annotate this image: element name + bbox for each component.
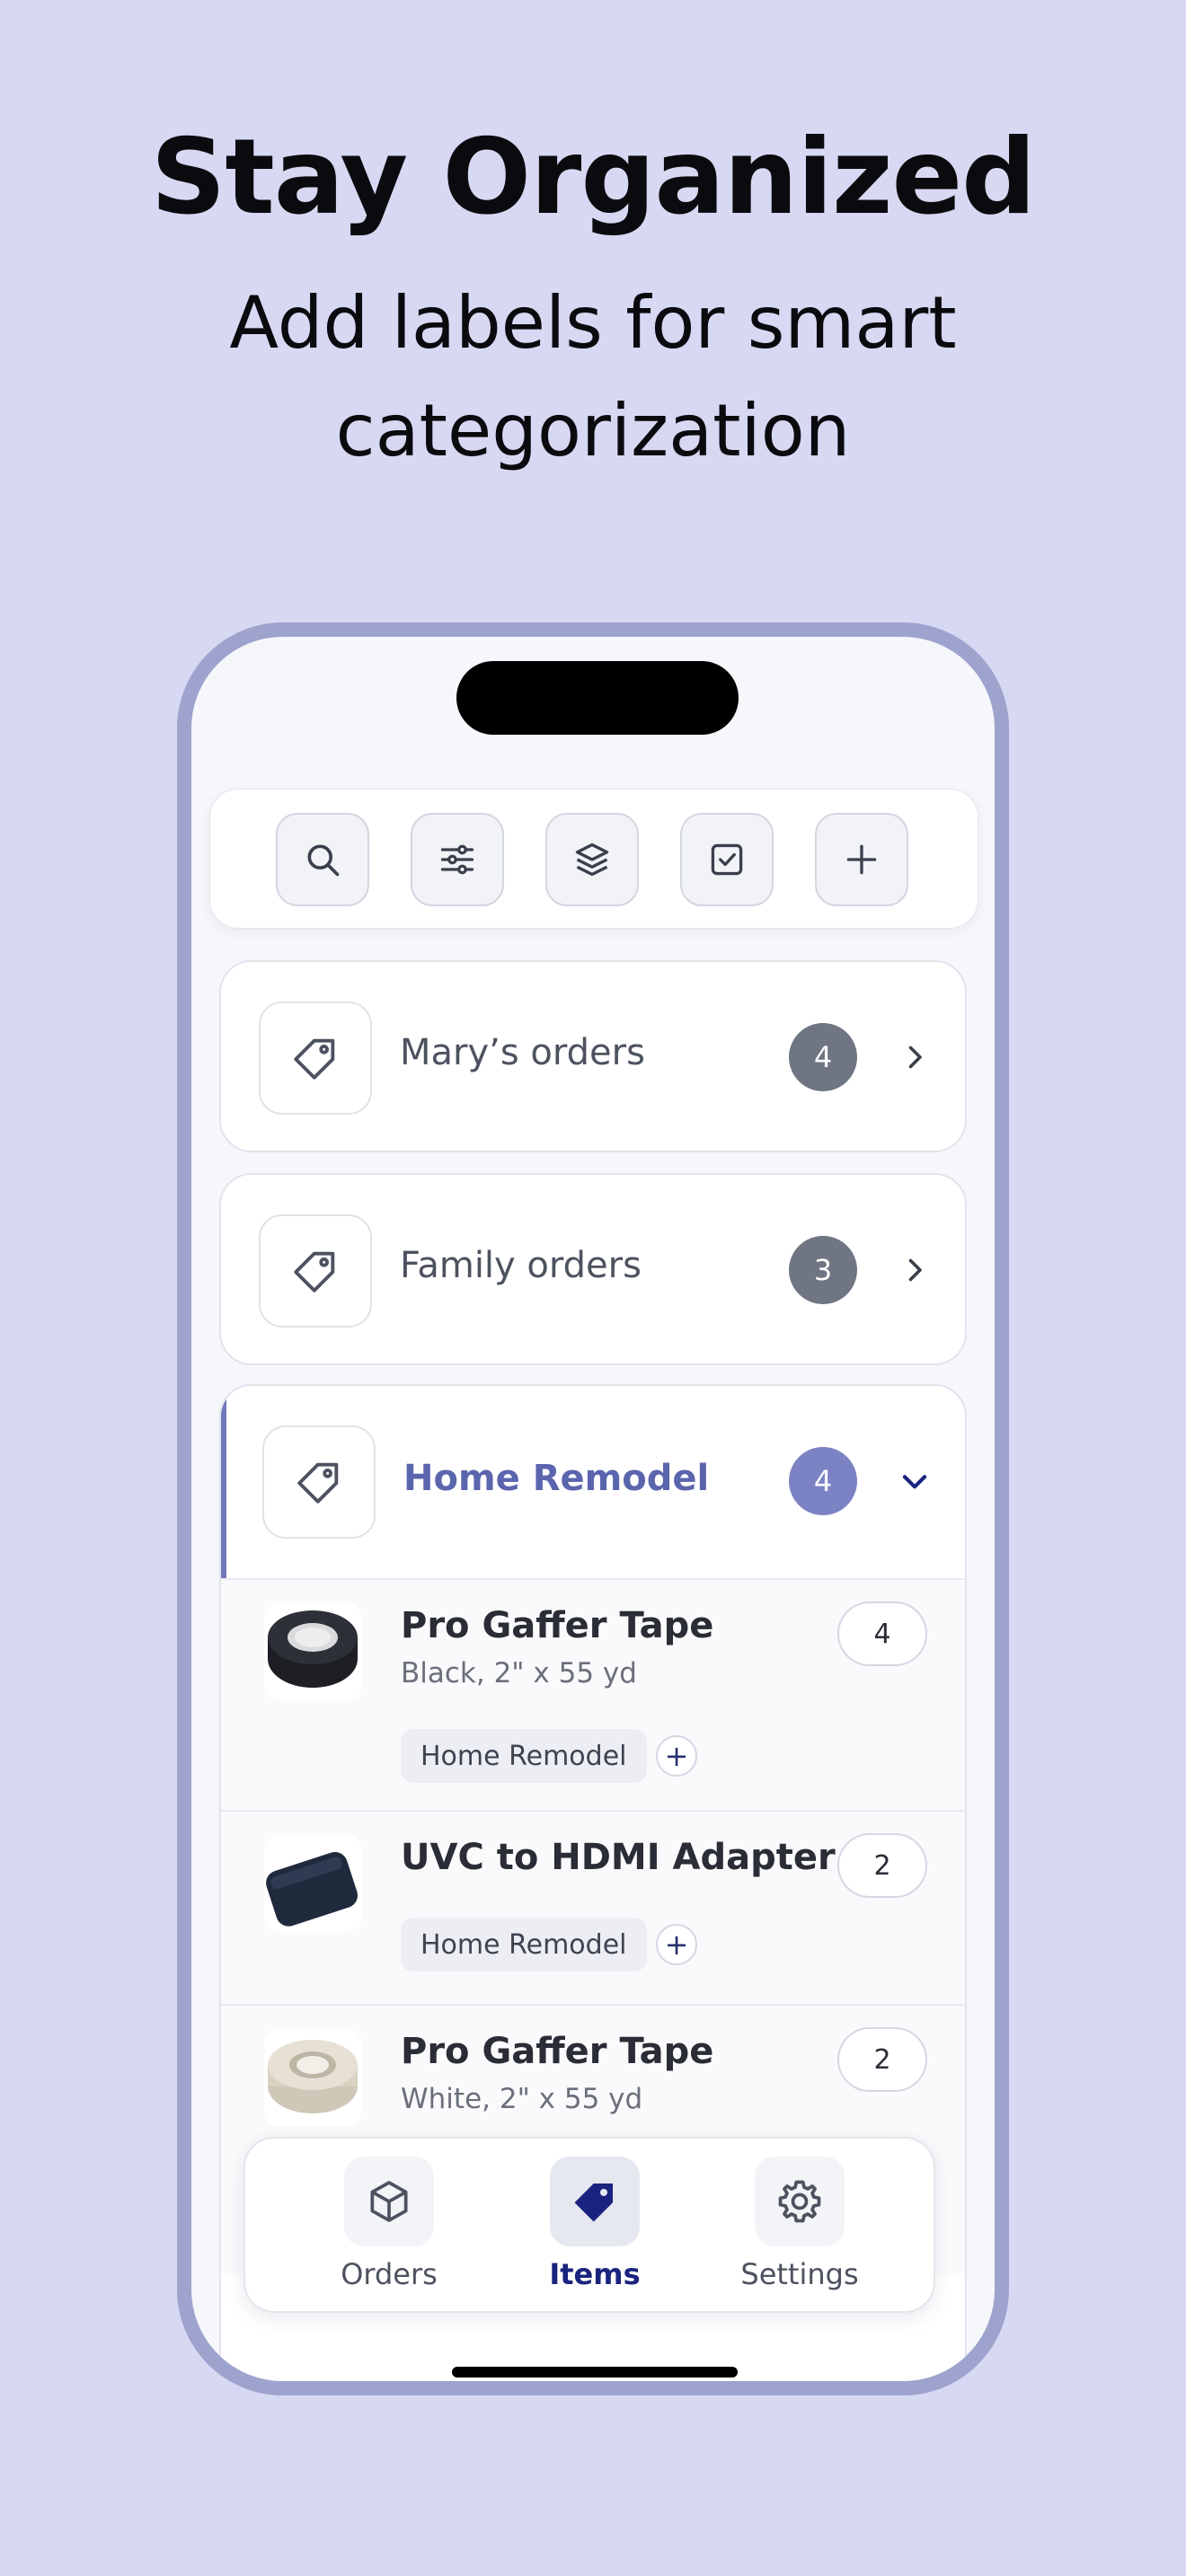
chevron-right-icon	[895, 1250, 934, 1290]
tab-icon-box	[550, 2157, 640, 2246]
tag-icon-box	[259, 1214, 372, 1328]
group-accent-bar	[221, 1386, 226, 1578]
tag-chip[interactable]: Home Remodel	[401, 1918, 647, 1972]
checkbox-icon	[711, 843, 743, 876]
item-row[interactable]: UVC to HDMI Adapter 2 Home Remodel +	[221, 1810, 965, 2004]
count-badge: 4	[789, 1023, 857, 1091]
item-title: Pro Gaffer Tape	[401, 1605, 714, 1646]
count-badge: 3	[789, 1236, 857, 1304]
quantity-badge[interactable]: 2	[837, 1833, 927, 1898]
tag-chip[interactable]: Home Remodel	[401, 1729, 647, 1783]
tag-icon	[297, 1462, 339, 1504]
plus-icon	[846, 844, 877, 875]
tab-label: Settings	[740, 2257, 859, 2291]
tab-label: Items	[549, 2257, 641, 2291]
sliders-icon	[440, 844, 474, 875]
item-title: UVC to HDMI Adapter	[401, 1837, 836, 1878]
item-title: Pro Gaffer Tape	[401, 2031, 714, 2072]
item-subtitle: Black, 2" x 55 yd	[401, 1657, 637, 1689]
subheadline: Add labels for smart categorization	[229, 281, 957, 472]
home-indicator	[452, 2367, 738, 2378]
tab-settings[interactable]: Settings	[710, 2157, 890, 2300]
tab-bar: Orders Items Settings	[243, 2137, 935, 2313]
add-button[interactable]	[815, 813, 908, 906]
label-card-marys-orders[interactable]: Mary’s orders 4	[219, 960, 967, 1152]
tab-orders[interactable]: Orders	[299, 2157, 479, 2300]
tag-icon	[294, 1251, 335, 1292]
dynamic-island	[456, 661, 739, 735]
tab-icon-box	[344, 2157, 434, 2246]
phone-frame: Mary’s orders 4 Family orders 3 Home Rem…	[177, 622, 1009, 2395]
item-image	[264, 2029, 361, 2126]
label-card-family-orders[interactable]: Family orders 3	[219, 1173, 967, 1365]
box-icon	[370, 2181, 408, 2222]
label-name[interactable]: Home Remodel	[403, 1458, 709, 1499]
count-badge: 4	[789, 1447, 857, 1515]
add-tag-button[interactable]: +	[656, 1735, 697, 1777]
item-image	[264, 1835, 361, 1932]
label-name: Mary’s orders	[400, 1032, 645, 1073]
search-button[interactable]	[276, 813, 369, 906]
headline: Stay Organized	[150, 117, 1036, 238]
layers-icon	[575, 842, 609, 877]
gear-icon	[778, 2180, 821, 2223]
item-row[interactable]: Pro Gaffer Tape Black, 2" x 55 yd 4 Home…	[221, 1578, 965, 1810]
tag-icon-box	[259, 1001, 372, 1115]
quantity-badge[interactable]: 4	[837, 1601, 927, 1666]
chevron-down-icon[interactable]	[895, 1461, 934, 1501]
filter-button[interactable]	[411, 813, 504, 906]
tag-icon-box	[262, 1425, 376, 1539]
tab-items[interactable]: Items	[505, 2157, 685, 2300]
label-name: Family orders	[400, 1245, 642, 1286]
quantity-badge[interactable]: 2	[837, 2027, 927, 2092]
item-image	[264, 1603, 361, 1700]
tab-icon-box	[755, 2157, 845, 2246]
toolbar	[209, 789, 978, 929]
tag-icon	[294, 1038, 335, 1080]
search-icon	[307, 844, 340, 877]
chevron-right-icon	[895, 1037, 934, 1077]
add-tag-button[interactable]: +	[656, 1924, 697, 1965]
item-subtitle: White, 2" x 55 yd	[401, 2083, 643, 2115]
tag-icon	[574, 2183, 613, 2222]
select-button[interactable]	[680, 813, 774, 906]
group-button[interactable]	[545, 813, 639, 906]
tab-label: Orders	[341, 2257, 438, 2291]
